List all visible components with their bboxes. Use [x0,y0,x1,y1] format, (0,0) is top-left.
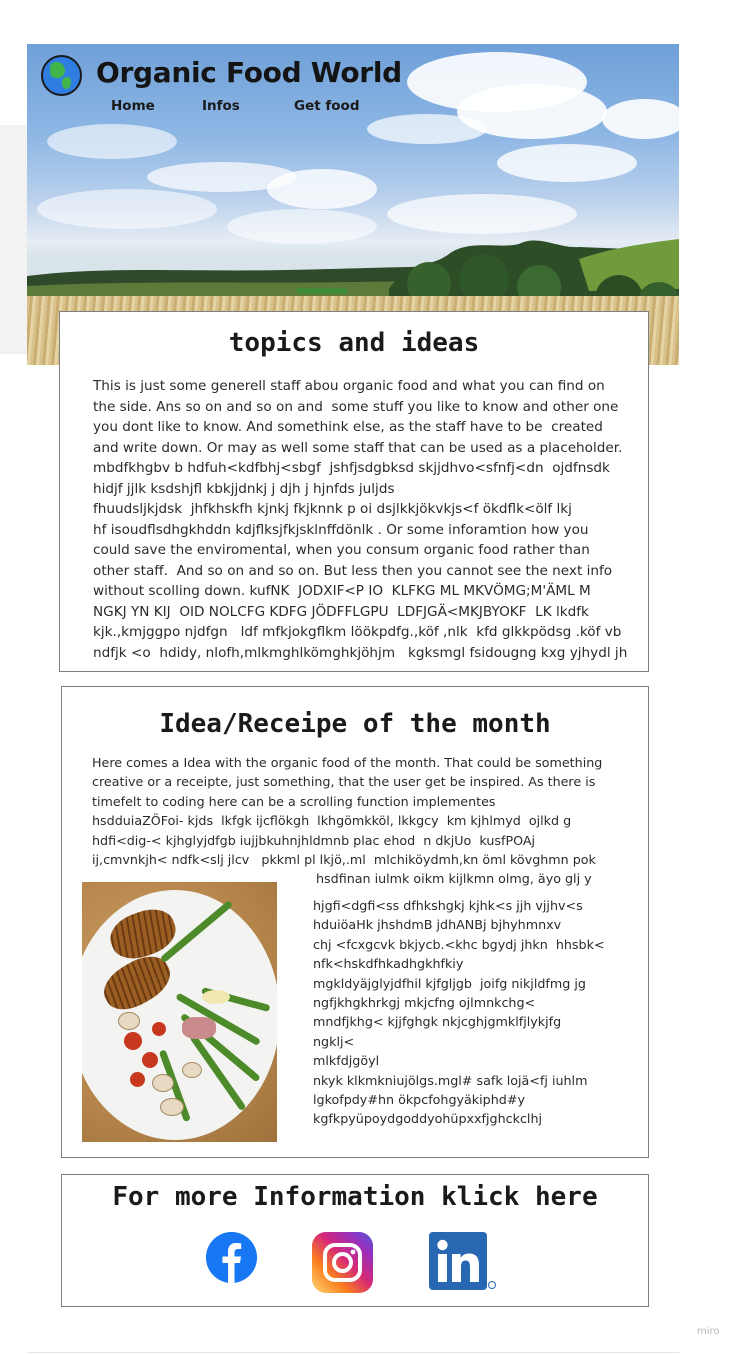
text-line: kjk.,kmjggpo njdfgn ldf mfkjokgflkm löök… [93,624,622,640]
idea-title: Idea/Receipe of the month [159,709,551,739]
miro-watermark: miro [697,1326,720,1337]
topics-title: topics and ideas [228,328,480,358]
text-line: ij,cmvnkjh< ndfk<slj jlcv pkkml pl lkjö,… [92,852,596,868]
text-line: chj <fcxgcvk bkjycb.<khc bgydj jhkn hhsb… [313,936,605,952]
footer-divider [27,1352,679,1353]
globe-icon[interactable] [41,55,82,96]
text-line: creative or a receipte, just something, … [92,774,596,790]
text-line: NGKJ YN KIJ OID NOLCFG KDFG JÖDFFLGPU LD… [93,603,589,620]
idea-text: Here comes a Idea with the organic food … [92,753,602,869]
text-line: mbdfkhgbv b hdfuh<kdfbhj<sbgf jshfjsdgbk… [93,460,610,476]
text-line: you dont like to know. And somethink els… [93,419,603,435]
nav-infos[interactable]: Infos [202,98,240,114]
text-line: hf isoudflsdhgkhddn kdjflksjfkjsklnffdön… [93,521,589,538]
registered-mark-icon [488,1281,496,1289]
text-line: hjgfi<dgfi<ss dfhkshgkj kjhk<s jjh vjjhv… [313,898,583,913]
text-line: Here comes a Idea with the organic food … [92,755,603,770]
text-line: hduiöaHk jhshdmB jdhANBj bjhyhmnxv [313,917,562,933]
food-photo [82,882,277,1142]
linkedin-icon[interactable] [429,1232,487,1290]
nav-get-food[interactable]: Get food [294,98,359,114]
text-line: This is just some generell staff abou or… [93,378,605,394]
site-title: Organic Food World [96,56,402,89]
facebook-icon[interactable] [206,1232,257,1283]
text-line: other staff. And so on and so on. But le… [93,562,613,579]
text-line: hdfi<dig-< kjhglyjdfgb iujjbkuhnjhldmnb … [92,832,536,848]
text-line: ngklj< [313,1033,355,1049]
text-line: mgkldyäjglyjdfhil kjfgljgb joifg nikjldf… [313,975,586,991]
text-line: fhuudsljkjdsk jhfkhskfh kjnkj fkjknnk p … [93,501,572,517]
text-line: nfk<hskdfhkadhgkhfkiy [313,956,464,972]
nav-home[interactable]: Home [111,98,155,114]
text-line: timefelt to coding here can be a scrolli… [92,793,496,809]
instagram-icon[interactable] [312,1232,373,1293]
text-line: hsdduiaZÖFoi- kjds lkfgk ijcflökgh lkhgö… [92,813,572,829]
text-line: kgfkpyüpoydgoddyohüpxxfjghckclhj [313,1111,543,1127]
topics-panel: topics and ideas This is just some gener… [59,311,649,672]
text-line: ngfjkhgkhrkgj mkjcfng ojlmnkchg< [313,995,536,1011]
topics-text: This is just some generell staff abou or… [93,376,627,663]
text-line: mlkfdjgöyl [313,1053,380,1069]
text-line: hidjf jjlk ksdshjfl kbkjjdnkj j djh j hj… [93,480,395,497]
idea-side-text: hjgfi<dgfi<ss dfhkshgkj kjhk<s jjh vjjhv… [313,896,605,1129]
idea-caption-line: hsdfinan iulmk oikm kijlkmn olmg, äyo gl… [316,871,592,886]
text-line: mndfjkhg< kjjfghgk nkjcghjgmklfjlykjfg [313,1014,562,1030]
text-line: without scolling down. kufNK JODXIF<P IO… [93,583,591,599]
text-line: the side. Ans so on and so on and some s… [93,398,619,415]
more-info-title[interactable]: For more Information klick here [62,1182,648,1212]
text-line: ndfjk <o hdidy, nlofh,mlkmghlkömghkjöhjm… [93,644,628,661]
text-line: could save the enviromental, when you co… [93,542,590,558]
left-edge-strip [0,125,27,354]
text-line: lgkofpdy#hn ökpcfohgyäkiphd#y [313,1092,525,1108]
text-line: nkyk klkmkniujölgs.mgl# safk lojä<fj iuh… [313,1072,588,1088]
text-line: and write down. Or may as well some staf… [93,439,623,456]
